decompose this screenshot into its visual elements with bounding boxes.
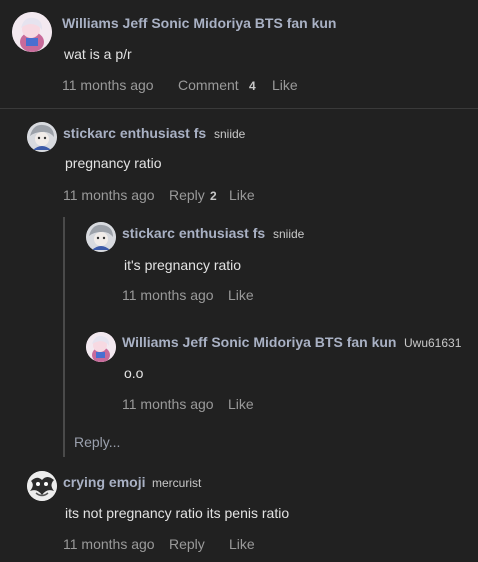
comment-text: pregnancy ratio: [65, 155, 162, 171]
like-button[interactable]: Like: [228, 287, 254, 303]
comment-count: 4: [249, 79, 256, 93]
comment-timestamp: 11 months ago: [63, 187, 155, 203]
avatar[interactable]: [86, 332, 116, 362]
avatar[interactable]: [27, 471, 57, 501]
comment-timestamp: 11 months ago: [122, 396, 214, 412]
like-button[interactable]: Like: [229, 536, 255, 552]
comment-handle[interactable]: mercurist: [152, 476, 201, 490]
like-button[interactable]: Like: [229, 187, 255, 203]
avatar-image-icon: [27, 471, 57, 501]
avatar-image-icon: [27, 122, 57, 152]
comment-handle[interactable]: sniide: [214, 127, 245, 141]
comment-text: it's pregnancy ratio: [124, 257, 242, 273]
avatar-image-icon: [12, 12, 52, 52]
comment-author[interactable]: stickarc enthusiast fs: [122, 225, 265, 241]
comment-author[interactable]: stickarc enthusiast fs: [63, 125, 206, 141]
comment-button[interactable]: Comment: [178, 77, 239, 93]
avatar-image-icon: [86, 332, 116, 362]
like-button[interactable]: Like: [272, 77, 298, 93]
comment-timestamp: 11 months ago: [62, 77, 154, 93]
thread-line: [63, 217, 65, 457]
divider: [0, 108, 478, 109]
like-button[interactable]: Like: [228, 396, 254, 412]
comment-text: its not pregnancy ratio its penis ratio: [65, 505, 290, 521]
comment-author[interactable]: Williams Jeff Sonic Midoriya BTS fan kun: [122, 334, 396, 350]
comment-timestamp: 11 months ago: [122, 287, 214, 303]
avatar[interactable]: [86, 222, 116, 252]
reply-count: 2: [210, 189, 217, 203]
reply-more-link[interactable]: Reply...: [74, 434, 120, 450]
avatar-image-icon: [86, 222, 116, 252]
comment-author[interactable]: Williams Jeff Sonic Midoriya BTS fan kun: [62, 15, 336, 31]
comment-timestamp: 11 months ago: [63, 536, 155, 552]
comment-author[interactable]: crying emoji: [63, 474, 145, 490]
comment-handle[interactable]: sniide: [273, 227, 304, 241]
comment-text: o.o: [124, 365, 144, 381]
reply-button[interactable]: Reply: [169, 536, 205, 552]
avatar[interactable]: [12, 12, 52, 52]
comment-text: wat is a p/r: [64, 46, 132, 62]
reply-button[interactable]: Reply: [169, 187, 205, 203]
avatar[interactable]: [27, 122, 57, 152]
comment-handle[interactable]: Uwu61631: [404, 336, 461, 350]
